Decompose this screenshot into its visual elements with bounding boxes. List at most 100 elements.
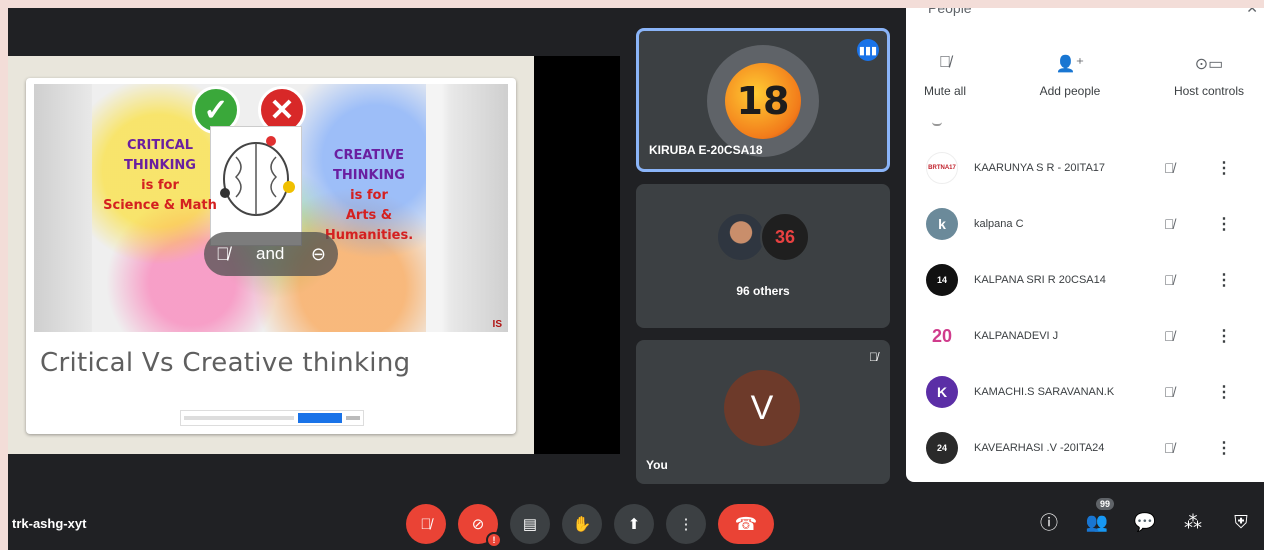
participant-name: You xyxy=(646,458,668,472)
list-item[interactable]: 14 KALPANA SRI R 20CSA14 🎙̸ ⋮ xyxy=(906,252,1262,308)
minimize-icon[interactable]: ⊖ xyxy=(311,244,326,265)
people-icon: 👥 xyxy=(1085,511,1109,532)
more-options-button[interactable]: ⋮ xyxy=(666,504,706,544)
camera-toggle-button[interactable]: ⊘ ! xyxy=(458,504,502,548)
toggle-icon: ⊙▭ xyxy=(1194,56,1224,73)
avatar: 14 xyxy=(926,264,958,296)
info-icon: ⓘ xyxy=(1040,513,1058,533)
participant-name: KAVEARHASI .V -20ITA24 xyxy=(974,442,1105,454)
screen-share-banner xyxy=(180,410,364,426)
microphone-toggle-button[interactable]: 🎙̸ xyxy=(406,504,446,544)
speaking-indicator-icon: ▮▮▮ xyxy=(857,39,879,61)
critical-thinking-text: CRITICAL THINKING is for Science & Math xyxy=(100,136,220,216)
slide-left-line-3: is for xyxy=(141,178,179,193)
participant-tile-others[interactable]: 36 96 others xyxy=(636,184,890,328)
more-vert-icon[interactable]: ⋮ xyxy=(1216,158,1232,178)
add-people-button[interactable]: 👤⁺ Add people xyxy=(1040,54,1101,98)
slide-right-line-2: THINKING xyxy=(333,168,405,183)
present-icon: ⬆ xyxy=(627,516,641,533)
slide-artwork: ✓ ✕ CRITICAL THINKING is for Science & M… xyxy=(92,84,426,332)
people-button[interactable]: 👥 99 xyxy=(1082,498,1115,540)
list-item[interactable]: 24 KAVEARHASI .V -20ITA24 🎙̸ ⋮ xyxy=(906,420,1262,476)
mic-off-icon[interactable]: 🎙̸ xyxy=(1164,440,1175,456)
avatar: K xyxy=(926,376,958,408)
more-vert-icon[interactable]: ⋮ xyxy=(1216,326,1232,346)
chat-button[interactable]: 💬 xyxy=(1130,504,1160,540)
mic-off-icon[interactable]: 🎙̸ xyxy=(1164,272,1175,288)
side-controls: ⓘ 👥 99 💬 ⁂ ⛨ xyxy=(1034,498,1256,540)
participant-name: kalpana C xyxy=(974,218,1024,230)
person-add-icon: 👤⁺ xyxy=(1055,56,1085,73)
activities-button[interactable]: ⁂ xyxy=(1178,504,1208,540)
mic-off-icon[interactable]: 🎙̸ xyxy=(1164,216,1175,232)
participant-name: KAMACHI.S SARAVANAN.K xyxy=(974,386,1115,398)
list-item[interactable]: K KAMACHI.S SARAVANAN.K 🎙̸ ⋮ xyxy=(906,364,1262,420)
captions-button[interactable]: ▤ xyxy=(510,504,550,544)
avatar xyxy=(716,212,766,262)
presenter-mute-pill[interactable]: 🎙̸ and ⊖ xyxy=(204,232,338,276)
others-avatars: 36 xyxy=(716,212,816,264)
more-vert-icon: ⋮ xyxy=(678,516,694,533)
slide-image: ✓ ✕ CRITICAL THINKING is for Science & M… xyxy=(34,84,508,332)
avatar: V xyxy=(724,370,800,446)
brain-icon xyxy=(220,136,295,216)
avatar: 36 xyxy=(760,212,810,262)
more-vert-icon[interactable]: ⋮ xyxy=(1216,438,1232,458)
participant-tile-speaker[interactable]: 18 ▮▮▮ KIRUBA E-20CSA18 xyxy=(636,28,890,172)
slide-right-line-1: CREATIVE xyxy=(333,148,405,163)
shield-icon: ⛨ xyxy=(1234,511,1248,532)
mic-off-icon[interactable]: 🎙̸ xyxy=(1164,328,1175,344)
brain-illustration xyxy=(210,126,302,246)
more-vert-icon[interactable]: ⋮ xyxy=(1216,214,1232,234)
mic-off-icon: 🎙̸ xyxy=(869,350,878,364)
mute-all-button[interactable]: 🎙̸ Mute all xyxy=(924,54,966,98)
people-count-badge: 99 xyxy=(1096,498,1115,510)
call-controls: 🎙̸ ⊘ ! ▤ ✋ ⬆ ⋮ ☎ xyxy=(406,502,774,548)
mic-off-icon[interactable]: 🎙̸ xyxy=(216,244,230,265)
slide-left-line-4: Science & Math xyxy=(103,198,217,213)
mute-all-label: Mute all xyxy=(924,84,967,98)
participant-list[interactable]: BRTNA17 KAARUNYA S R - 20ITA17 🎙̸ ⋮ k ka… xyxy=(906,140,1262,476)
captions-icon: ▤ xyxy=(522,516,538,533)
leave-call-button[interactable]: ☎ xyxy=(718,504,774,544)
participant-name: KALPANA SRI R 20CSA14 xyxy=(974,274,1106,286)
add-people-label: Add people xyxy=(1039,84,1101,98)
camera-off-icon: ⊘ xyxy=(471,516,485,533)
participant-tile-self[interactable]: 🎙̸ V You xyxy=(636,340,890,484)
meeting-info-button[interactable]: ⓘ xyxy=(1034,504,1064,540)
slide-background: ✓ ✕ CRITICAL THINKING is for Science & M… xyxy=(8,56,534,454)
phone-hangup-icon: ☎ xyxy=(734,513,758,534)
host-controls-label: Host controls xyxy=(1173,84,1244,98)
mic-off-icon[interactable]: 🎙̸ xyxy=(1164,384,1175,400)
list-item[interactable]: 20 KALPANADEVI J 🎙̸ ⋮ xyxy=(906,308,1262,364)
pill-label: and xyxy=(256,244,285,263)
alert-icon: ! xyxy=(486,532,502,548)
host-controls-side-button[interactable]: ⛨ xyxy=(1226,504,1256,540)
list-item[interactable]: BRTNA17 KAARUNYA S R - 20ITA17 🎙̸ ⋮ xyxy=(906,140,1262,196)
participant-name: KAARUNYA S R - 20ITA17 xyxy=(974,162,1106,174)
hand-icon: ✋ xyxy=(572,516,592,533)
banner-text xyxy=(184,416,294,420)
participant-name: KIRUBA E-20CSA18 xyxy=(649,143,763,157)
more-vert-icon[interactable]: ⋮ xyxy=(1216,382,1232,402)
raise-hand-button[interactable]: ✋ xyxy=(562,504,602,544)
mic-off-icon[interactable]: 🎙̸ xyxy=(1164,160,1175,176)
slide-left-line-2: THINKING xyxy=(124,158,196,173)
slide-card: ✓ ✕ CRITICAL THINKING is for Science & M… xyxy=(26,78,516,434)
speaker-avatar-ring: 18 xyxy=(707,45,819,157)
slide-title: Critical Vs Creative thinking xyxy=(40,348,411,378)
shared-screen: ✓ ✕ CRITICAL THINKING is for Science & M… xyxy=(8,56,620,454)
scroll-indicator xyxy=(932,122,942,126)
more-vert-icon[interactable]: ⋮ xyxy=(1216,270,1232,290)
slide-right-line-4: Arts & xyxy=(345,208,393,223)
present-button[interactable]: ⬆ xyxy=(614,504,654,544)
participant-name: KALPANADEVI J xyxy=(974,330,1059,342)
list-item[interactable]: k kalpana C 🎙̸ ⋮ xyxy=(906,196,1262,252)
host-controls-button[interactable]: ⊙▭ Host controls xyxy=(1174,54,1244,98)
close-icon[interactable]: ✕ xyxy=(1246,8,1258,17)
activities-icon: ⁂ xyxy=(1184,511,1202,532)
meeting-code: trk-ashg-xyt xyxy=(12,516,87,531)
slide-corner-mark: IS xyxy=(492,319,502,330)
hide-button xyxy=(346,416,360,420)
people-panel: People ✕ 🎙̸ Mute all 👤⁺ Add people ⊙▭ Ho… xyxy=(906,8,1264,482)
